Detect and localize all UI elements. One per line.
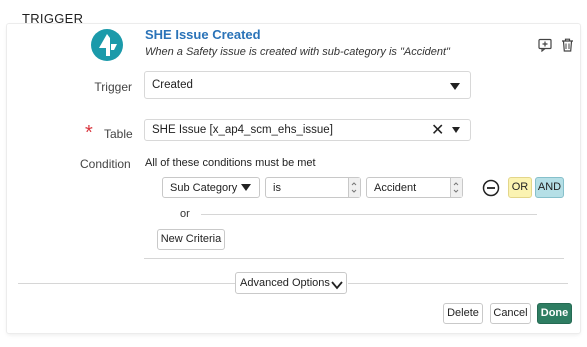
or-separator-label: or	[180, 208, 190, 220]
trash-icon[interactable]	[561, 38, 575, 52]
remove-condition-icon[interactable]	[482, 179, 500, 197]
rule-title[interactable]: SHE Issue Created	[145, 27, 261, 42]
stepper-icon	[348, 178, 360, 197]
condition-value-text: Accident	[374, 182, 417, 194]
app-logo-icon	[90, 28, 124, 62]
chevron-down-icon	[450, 83, 460, 90]
cancel-button[interactable]: Cancel	[490, 303, 531, 324]
new-criteria-button[interactable]: New Criteria	[157, 229, 225, 250]
trigger-select-value: Created	[152, 79, 193, 91]
stepper-icon	[450, 178, 462, 197]
or-button[interactable]: OR	[508, 177, 532, 198]
trigger-label: Trigger	[94, 80, 132, 94]
clear-icon[interactable]: ✕	[431, 122, 444, 140]
table-label: Table	[104, 127, 133, 141]
required-indicator: *	[85, 122, 93, 144]
comment-icon[interactable]	[538, 38, 552, 53]
condition-description: All of these conditions must be met	[145, 157, 316, 169]
chevron-down-icon	[331, 277, 343, 297]
condition-label: Condition	[80, 157, 131, 171]
advanced-options-label: Advanced Options	[240, 277, 330, 289]
chevron-down-icon	[241, 184, 251, 191]
trigger-select[interactable]: Created	[144, 71, 471, 99]
table-select-value: SHE Issue [x_ap4_scm_ehs_issue]	[152, 124, 333, 136]
condition-field-select[interactable]: Sub Category	[162, 177, 260, 198]
or-separator-line	[201, 214, 537, 215]
table-select[interactable]: SHE Issue [x_ap4_scm_ehs_issue] ✕	[144, 119, 471, 141]
condition-value-select[interactable]: Accident	[366, 177, 463, 198]
delete-button[interactable]: Delete	[443, 303, 483, 324]
done-button[interactable]: Done	[537, 303, 572, 324]
and-button[interactable]: AND	[535, 177, 564, 198]
condition-operator-select[interactable]: is	[265, 177, 361, 198]
condition-operator-value: is	[273, 182, 281, 194]
advanced-options-button[interactable]: Advanced Options	[235, 272, 347, 294]
divider	[144, 258, 564, 259]
condition-field-value: Sub Category	[170, 182, 238, 194]
rule-subtitle: When a Safety issue is created with sub-…	[145, 46, 450, 58]
divider	[18, 283, 236, 284]
chevron-down-icon	[452, 127, 460, 133]
divider	[348, 283, 568, 284]
